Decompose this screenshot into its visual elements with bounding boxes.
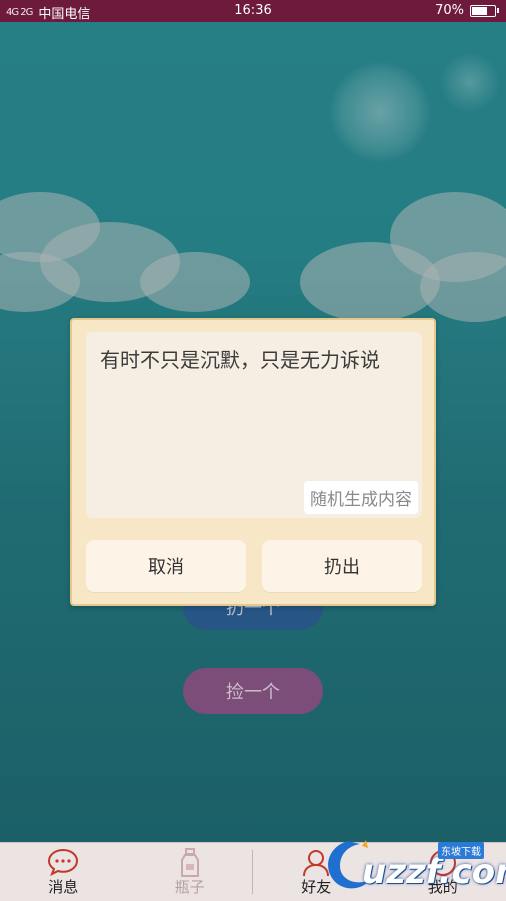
uzzf-watermark: uzzf.com 东坡下载 <box>318 830 506 900</box>
nav-divider <box>252 850 253 894</box>
message-text: 有时不只是沉默，只是无力诉说 <box>100 346 408 374</box>
throw-out-button[interactable]: 扔出 <box>262 540 422 592</box>
status-bar: 4G 2G 中国电信 16:36 70% <box>0 0 506 22</box>
cancel-button[interactable]: 取消 <box>86 540 246 592</box>
throw-bottle-dialog: 有时不只是沉默，只是无力诉说 随机生成内容 取消 扔出 <box>70 318 436 606</box>
random-content-button[interactable]: 随机生成内容 <box>304 481 418 514</box>
battery-icon <box>470 5 496 17</box>
nav-item-messages[interactable]: 消息 <box>0 843 127 901</box>
message-input[interactable]: 有时不只是沉默，只是无力诉说 随机生成内容 <box>86 332 422 518</box>
watermark-tag: 东坡下载 <box>438 842 484 859</box>
battery-percent: 70% <box>435 3 464 18</box>
watermark-text: uzzf.com <box>362 852 506 892</box>
bottle-icon <box>179 848 201 882</box>
chat-bubble-icon <box>46 848 80 880</box>
clock: 16:36 <box>0 3 506 18</box>
nav-item-bottle[interactable]: 瓶子 <box>127 843 254 901</box>
